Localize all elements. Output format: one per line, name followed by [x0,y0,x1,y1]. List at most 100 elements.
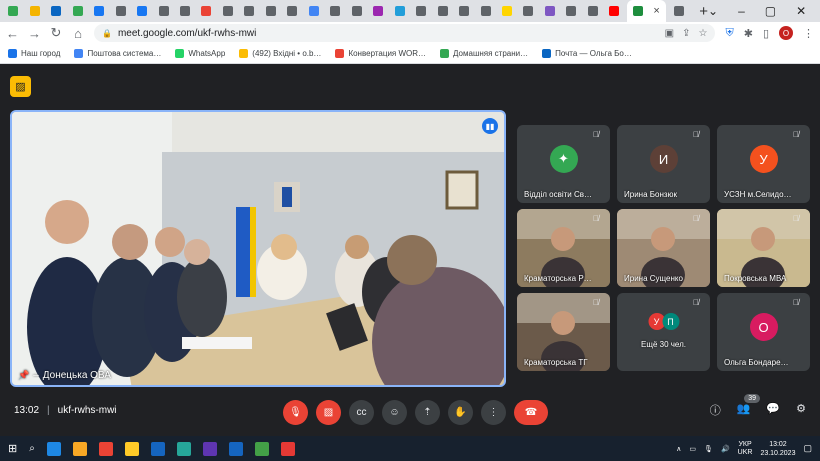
bookmark-item[interactable]: Поштова система… [74,49,161,58]
participant-tile[interactable]: 🎙̸ Ирина Сущенко [617,209,710,287]
taskbar-app-icon[interactable] [202,441,217,456]
participant-tile[interactable]: О 🎙̸ Ольга Бондаре… [717,293,810,371]
captions-button[interactable]: cc [349,400,374,425]
browser-tab[interactable] [455,4,473,19]
pin-icon[interactable]: 📌 [18,370,29,381]
browser-tab[interactable] [47,4,65,19]
taskbar-app-icon[interactable] [176,441,191,456]
browser-tab[interactable] [25,4,43,19]
browser-tab[interactable] [541,4,559,19]
browser-tab[interactable] [412,4,430,19]
browser-tab[interactable] [433,4,451,19]
close-icon[interactable]: ✕ [796,4,806,18]
emoji-button[interactable]: ☺ [382,400,407,425]
participant-tile[interactable]: У 🎙̸ УСЗН м.Селидо… [717,125,810,203]
browser-tab[interactable] [197,4,215,19]
browser-tab[interactable] [176,4,194,19]
participant-tile[interactable]: У П 🎙̸ Ещё 30 чел. [617,293,710,371]
more-options-button[interactable]: ⋮ [481,400,506,425]
reload-icon[interactable]: ↻ [50,25,62,41]
network-icon[interactable]: ▭ [689,445,696,453]
language-indicator[interactable]: УКР UKR [738,441,753,457]
people-icon[interactable]: 👥 [737,402,751,418]
browser-tab[interactable] [305,4,323,19]
active-tab[interactable]: × [626,0,666,22]
browser-tab[interactable] [240,4,258,19]
mic-tray-icon[interactable]: 🎙 [704,445,713,453]
taskbar-app-icon[interactable] [124,441,139,456]
browser-tab[interactable] [670,4,688,19]
sidebar-icon[interactable]: ▯ [763,27,769,40]
info-icon[interactable]: ⓘ [710,402,721,418]
participant-tile[interactable]: ✦ 🎙̸ Відділ освіти Св… [517,125,610,203]
profile-avatar[interactable]: О [779,26,793,40]
browser-tab[interactable] [154,4,172,19]
participant-tile[interactable]: 🎙̸ Краматорська Р… [517,209,610,287]
browser-tab[interactable] [262,4,280,19]
browser-tab[interactable] [519,4,537,19]
browser-tab[interactable] [219,4,237,19]
windows-start-icon[interactable]: ⊞ [8,442,17,455]
volume-icon[interactable]: 🔊 [721,445,730,453]
forward-icon[interactable]: → [28,26,41,41]
browser-tab[interactable] [369,4,387,19]
browser-tab[interactable] [476,4,494,19]
share-icon[interactable]: ⇪ [682,28,690,39]
browser-tab[interactable] [390,4,408,19]
activities-icon[interactable]: ⚙ [796,402,806,418]
browser-tab[interactable] [498,4,516,19]
participant-tile[interactable]: 🎙̸ Покровська МВА [717,209,810,287]
taskbar-app-icon[interactable] [280,441,295,456]
home-icon[interactable]: ⌂ [72,26,84,41]
back-icon[interactable]: ← [6,26,19,41]
participant-tile[interactable]: 🎙̸ Краматорська ТГ [517,293,610,371]
bookmark-item[interactable]: (492) Вхідні • o.b… [239,49,321,58]
search-icon[interactable]: ⌕ [29,443,35,454]
taskbar-app-icon[interactable] [72,441,87,456]
taskbar-app-icon[interactable] [46,441,61,456]
camera-blocked-icon[interactable]: ▣ [665,28,674,39]
browser-tab[interactable] [111,4,129,19]
bookmark-star-icon[interactable]: ☆ [699,28,708,39]
browser-tab[interactable] [584,4,602,19]
participant-tile[interactable]: И 🎙̸ Ирина Бонзюк [617,125,710,203]
chat-icon[interactable]: 💬 [766,402,780,418]
bookmark-item[interactable]: Наш город [8,49,60,58]
maximize-icon[interactable]: ▢ [765,4,776,18]
extension-shield-icon[interactable]: ⛨ [725,27,733,40]
main-video-tile[interactable]: ▮▮ 📌 – Донецька ОВА [10,110,506,387]
clock[interactable]: 13:02 23.10.2023 [760,440,795,458]
raise-hand-button[interactable]: ✋ [448,400,473,425]
minimize-icon[interactable]: – [738,4,745,18]
menu-icon[interactable]: ⋮ [803,27,814,40]
browser-tab[interactable] [133,4,151,19]
browser-tab[interactable] [348,4,366,19]
camera-off-button[interactable]: ▨ [316,400,341,425]
browser-tab[interactable] [283,4,301,19]
taskbar-app-icon[interactable] [228,441,243,456]
camera-off-badge-icon[interactable]: ▨ [10,76,31,97]
bookmark-item[interactable]: WhatsApp [175,49,225,58]
browser-tab[interactable] [90,4,108,19]
present-screen-button[interactable]: ⇡ [415,400,440,425]
browser-tab[interactable] [68,4,86,19]
taskbar-app-icon[interactable] [254,441,269,456]
tab-close-icon[interactable]: × [653,5,659,17]
new-tab-button[interactable]: + [699,3,708,20]
mic-off-button[interactable]: 🎙 [283,400,308,425]
taskbar-app-icon[interactable] [150,441,165,456]
address-bar[interactable]: 🔒 meet.google.com/ukf-rwhs-mwi ▣ ⇪ ☆ [94,24,716,42]
browser-tab[interactable] [326,4,344,19]
bookmark-item[interactable]: Конвертация WOR… [335,49,426,58]
bookmark-item[interactable]: Домашняя страни… [440,49,528,58]
bookmark-item[interactable]: Почта — Ольга Бо… [542,49,632,58]
leave-call-button[interactable]: ☎ [514,400,548,425]
chevron-down-icon[interactable]: ⌄ [708,4,718,18]
chevron-up-icon[interactable]: ∧ [676,445,681,453]
taskbar-app-icon[interactable] [98,441,113,456]
browser-tab[interactable] [605,4,623,19]
browser-tab[interactable] [562,4,580,19]
notifications-icon[interactable]: ▢ [803,443,812,454]
browser-tab[interactable] [4,4,22,19]
extensions-icon[interactable]: ✱ [744,27,753,40]
